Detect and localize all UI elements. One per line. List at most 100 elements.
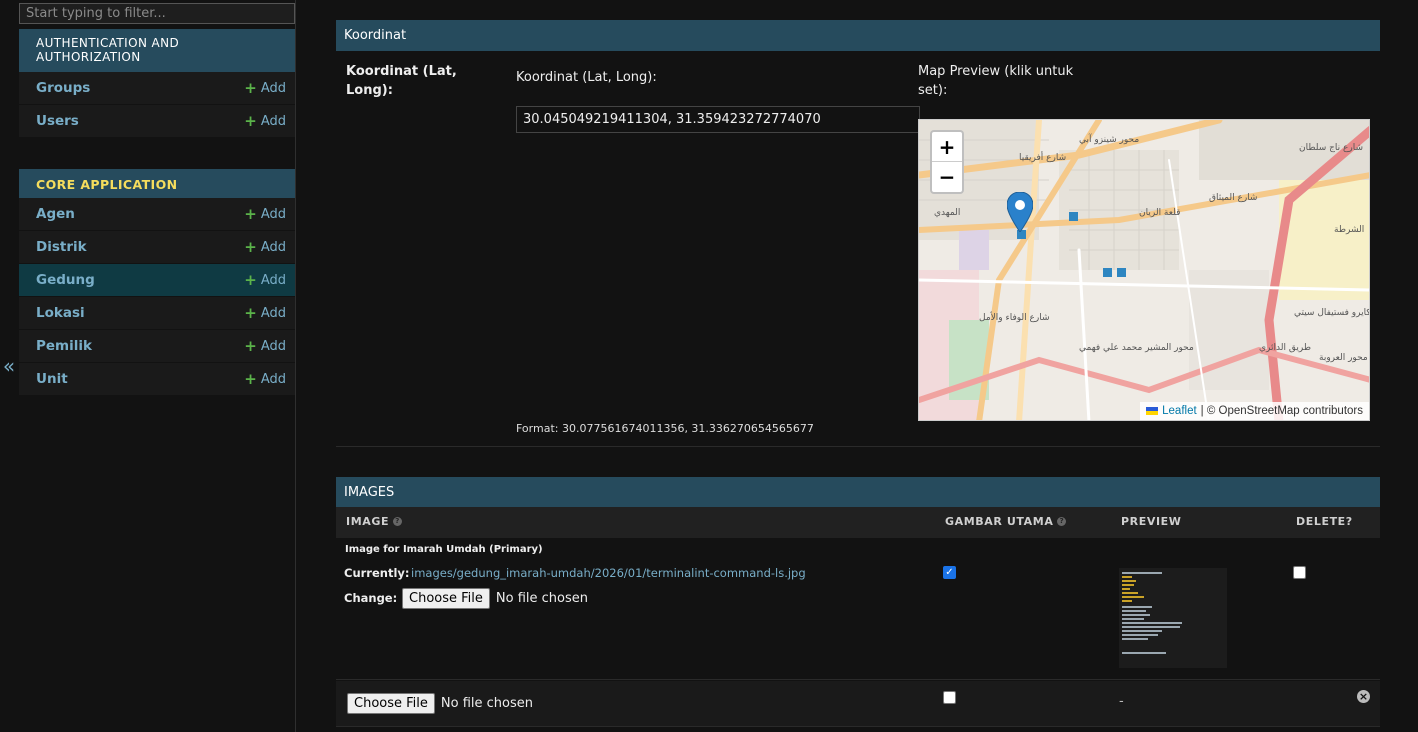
sidebar-item-distrik[interactable]: Distrik + Add [19, 231, 295, 264]
column-header-image: IMAGE ? [346, 515, 403, 528]
plus-icon: + [244, 303, 257, 322]
sidebar-item-gedung[interactable]: Gedung + Add [19, 264, 295, 297]
remove-row-icon[interactable]: × [1357, 690, 1370, 703]
column-header-label: DELETE? [1296, 515, 1353, 528]
map-label: شارع أفريقيا [1019, 151, 1066, 163]
add-lokasi-link[interactable]: + Add [244, 303, 286, 322]
zoom-out-button[interactable]: − [932, 162, 962, 192]
map-label: محور العروبة [1319, 353, 1368, 363]
choose-file-button[interactable]: Choose File [347, 693, 435, 714]
column-header-delete: DELETE? [1296, 515, 1353, 528]
divider [336, 446, 1380, 447]
choose-file-button[interactable]: Choose File [402, 588, 490, 609]
map-preview[interactable]: شارع أفريقيا محور شينزو آبي قلعة الريان … [918, 119, 1370, 421]
map-label: الشرطة [1334, 225, 1364, 235]
koordinat-input[interactable] [516, 106, 920, 133]
add-label: Add [260, 305, 286, 321]
gambar-utama-checkbox[interactable]: ✓ [943, 566, 956, 579]
sidebar-item-pemilik[interactable]: Pemilik + Add [19, 330, 295, 363]
model-link-gedung[interactable]: Gedung [36, 272, 95, 288]
koordinat-help-text: Format: 30.077561674011356, 31.336270654… [516, 422, 814, 435]
add-label: Add [260, 206, 286, 222]
file-input-row1: Choose File No file chosen [402, 588, 588, 609]
inline-object-title: Image for Imarah Umdah (Primary) [345, 544, 543, 555]
map-preview-label: Map Preview (klik untuk set): [918, 64, 1074, 98]
column-header-label: GAMBAR UTAMA [945, 515, 1054, 528]
plus-icon: + [244, 369, 257, 388]
plus-icon: + [244, 204, 257, 223]
map-label: محور شينزو آبي [1079, 133, 1139, 145]
sidebar-item-unit[interactable]: Unit + Add [19, 363, 295, 396]
currently-label: Currently: [344, 566, 410, 580]
add-label: Add [260, 371, 286, 387]
map-label: شارع ناج سلطان [1299, 143, 1363, 153]
column-header-label: PREVIEW [1121, 515, 1182, 528]
image-preview-thumbnail[interactable] [1119, 568, 1227, 668]
terminal-screenshot-image [1119, 568, 1227, 668]
module-caption-label: CORE APPLICATION [36, 176, 178, 192]
map-marker-icon[interactable] [1007, 192, 1033, 232]
sidebar-item-lokasi[interactable]: Lokasi + Add [19, 297, 295, 330]
zoom-in-button[interactable]: + [932, 132, 962, 162]
inline-table-header [336, 507, 1380, 538]
model-link-distrik[interactable]: Distrik [36, 239, 87, 255]
add-users-link[interactable]: + Add [244, 111, 286, 130]
model-link-users[interactable]: Users [36, 113, 79, 129]
add-label: Add [260, 113, 286, 129]
model-link-groups[interactable]: Groups [36, 80, 90, 96]
fieldset-title: Koordinat [344, 28, 407, 43]
module-caption-label: AUTHENTICATION AND AUTHORIZATION [36, 36, 180, 64]
module-caption-auth[interactable]: AUTHENTICATION AND AUTHORIZATION [19, 29, 295, 72]
add-gedung-link[interactable]: + Add [244, 272, 286, 288]
ukraine-flag-icon [1146, 407, 1159, 415]
sidebar-collapse-button[interactable]: « [0, 356, 18, 376]
nav-sidebar: AUTHENTICATION AND AUTHORIZATION Groups … [19, 0, 296, 732]
map-label: شارع الوفاء والأمل [979, 311, 1050, 323]
plus-icon: + [244, 237, 257, 256]
model-link-lokasi[interactable]: Lokasi [36, 305, 85, 321]
plus-icon: + [244, 111, 257, 130]
gambar-utama-checkbox[interactable] [943, 691, 956, 704]
add-unit-link[interactable]: + Add [244, 369, 286, 388]
no-file-text: No file chosen [440, 696, 533, 711]
add-agen-link[interactable]: + Add [244, 204, 286, 223]
add-label: Add [260, 338, 286, 354]
file-input-row2: Choose File No file chosen [347, 693, 533, 714]
map-zoom-control: + − [930, 130, 964, 194]
add-distrik-link[interactable]: + Add [244, 237, 286, 256]
map-label: محور المشير محمد علي فهمي [1079, 343, 1194, 353]
add-label: Add [260, 239, 286, 255]
koordinat-row-label: Koordinat (Lat, Long): [346, 64, 457, 98]
model-link-pemilik[interactable]: Pemilik [36, 338, 92, 354]
model-link-agen[interactable]: Agen [36, 206, 75, 222]
help-icon: ? [1057, 517, 1067, 526]
add-pemilik-link[interactable]: + Add [244, 338, 286, 354]
plus-icon: + [244, 78, 257, 97]
sidebar-item-users[interactable]: Users + Add [19, 105, 295, 138]
preview-placeholder: - [1119, 694, 1124, 709]
leaflet-link[interactable]: Leaflet [1162, 405, 1197, 417]
current-file-link[interactable]: images/gedung_imarah-umdah/2026/01/termi… [411, 566, 806, 580]
sidebar-item-agen[interactable]: Agen + Add [19, 198, 295, 231]
osm-attribution-text: | © OpenStreetMap contributors [1200, 405, 1363, 417]
delete-checkbox[interactable] [1293, 566, 1306, 579]
map-tiles: شارع أفريقيا محور شينزو آبي قلعة الريان … [919, 120, 1370, 420]
map-label: طريق الدائري [1259, 343, 1311, 353]
sidebar-item-groups[interactable]: Groups + Add [19, 72, 295, 105]
map-label: قلعة الريان [1139, 208, 1180, 218]
add-groups-link[interactable]: + Add [244, 78, 286, 97]
sidebar-filter-input[interactable] [19, 3, 295, 24]
map-label: كايرو فستيفال سيتي [1294, 308, 1370, 318]
change-label: Change: [344, 591, 398, 605]
map-attribution: Leaflet | © OpenStreetMap contributors [1140, 402, 1369, 420]
module-caption-core[interactable]: CORE APPLICATION [19, 169, 295, 199]
add-label: Add [260, 80, 286, 96]
column-header-gambar-utama: GAMBAR UTAMA ? [945, 515, 1067, 528]
koordinat-input-label: Koordinat (Lat, Long): [516, 70, 657, 85]
map-label: شارع الميثاق [1209, 193, 1257, 203]
model-link-unit[interactable]: Unit [36, 371, 68, 387]
inline-heading-images: IMAGES [336, 477, 1380, 508]
add-label: Add [260, 272, 286, 288]
no-file-text: No file chosen [495, 591, 588, 606]
inline-title: IMAGES [344, 485, 395, 500]
